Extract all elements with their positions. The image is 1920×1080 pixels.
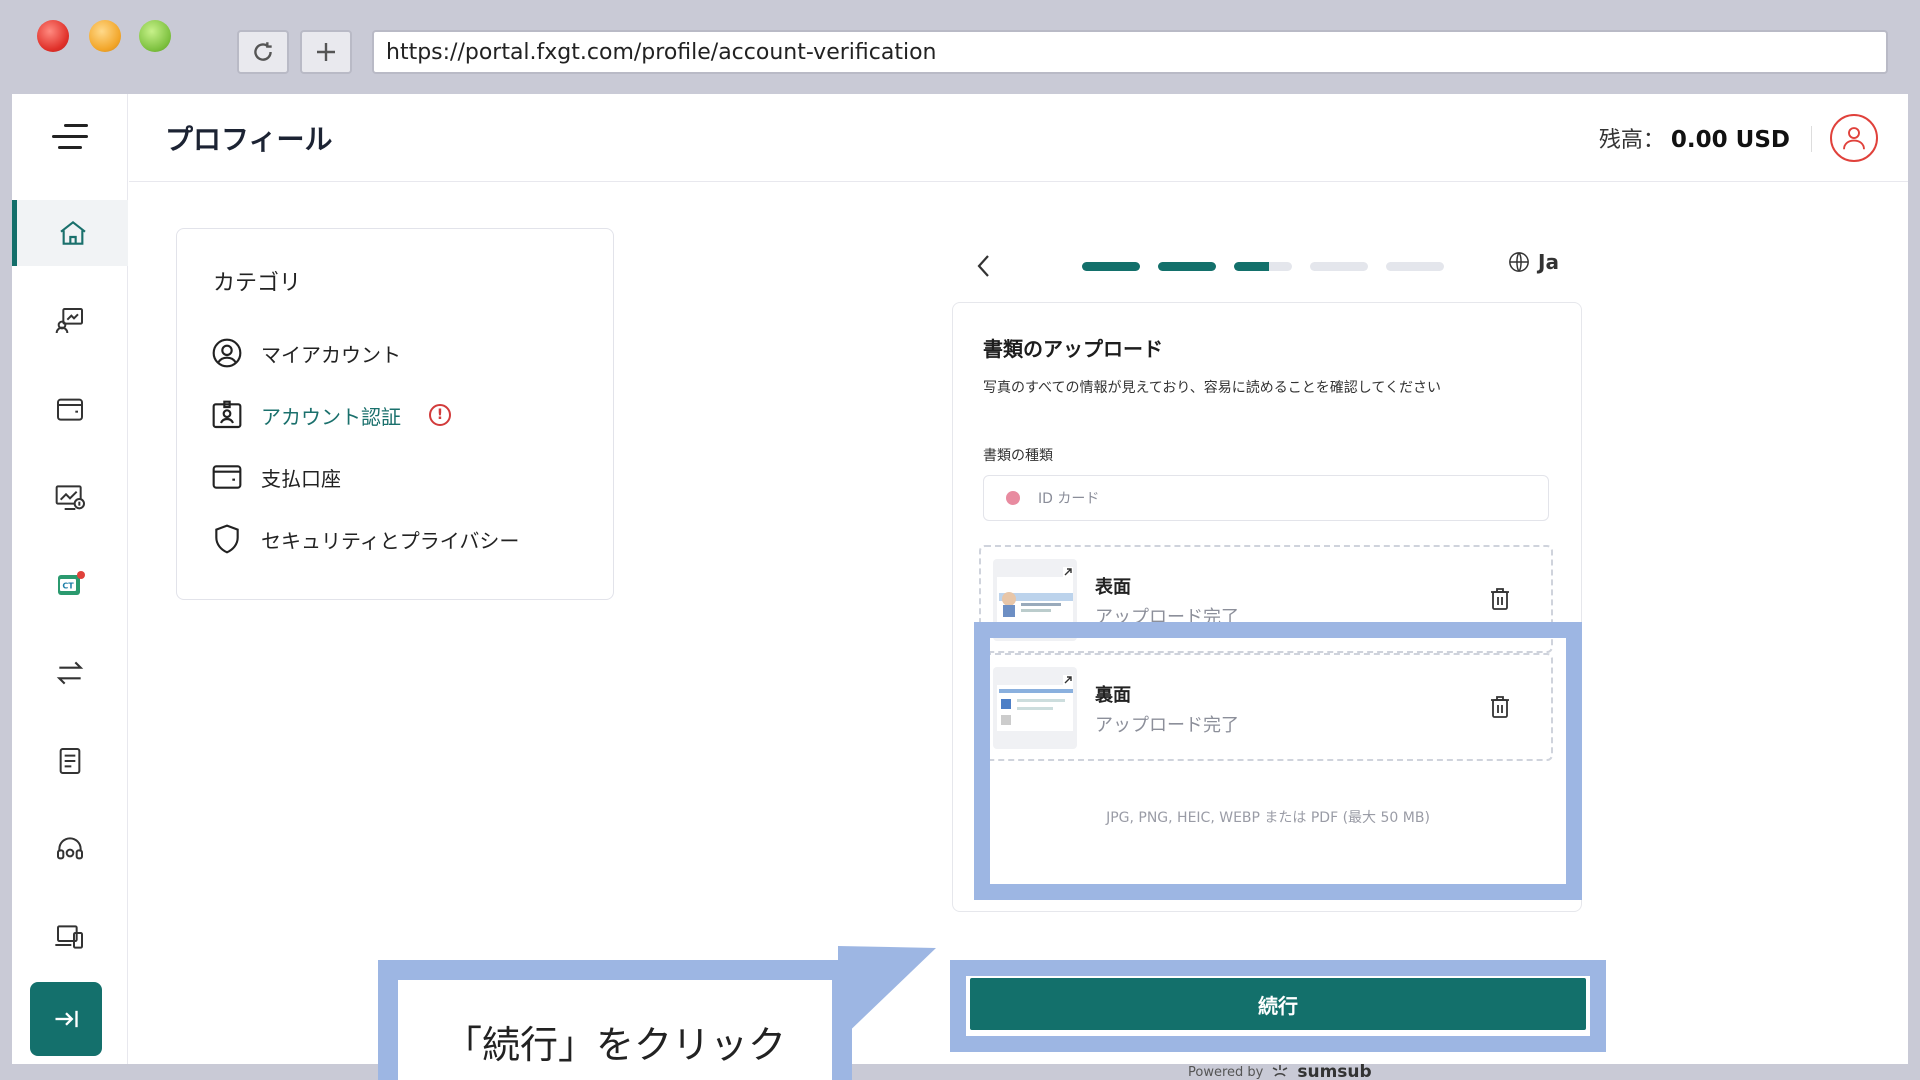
browser-chrome: https://portal.fxgt.com/profile/account-… bbox=[0, 0, 1920, 94]
collapse-icon bbox=[55, 1010, 78, 1028]
sidebar: CT bbox=[12, 94, 128, 1064]
document-type-value: ID カード bbox=[1038, 491, 1100, 507]
category-card: カテゴリ マイアカウント アカウント認証 ! 支払口座 セキュリティとプライバシ… bbox=[176, 228, 614, 600]
trading-icon bbox=[55, 308, 83, 334]
highlight-uploaded-files bbox=[974, 622, 1582, 900]
upload-title: 書類のアップロード bbox=[983, 337, 1163, 361]
account-balance: 残高： 0.00 USD bbox=[1599, 122, 1790, 154]
transfer-icon bbox=[56, 661, 84, 685]
user-circle-icon bbox=[212, 338, 242, 368]
new-tab-button[interactable] bbox=[300, 30, 352, 74]
page-title: プロフィール bbox=[165, 123, 333, 156]
trash-icon[interactable] bbox=[1489, 587, 1511, 611]
globe-icon bbox=[1509, 252, 1529, 272]
wallet-icon bbox=[212, 465, 242, 489]
sidebar-item-wallet[interactable] bbox=[12, 376, 128, 442]
home-icon bbox=[59, 220, 86, 245]
category-item-label: 支払口座 bbox=[261, 466, 341, 491]
progress-step bbox=[1234, 262, 1292, 271]
wallet-icon bbox=[57, 398, 83, 421]
sidebar-item-support[interactable] bbox=[12, 816, 128, 882]
chart-monitor-icon bbox=[55, 485, 85, 510]
powered-by-label: Powered by bbox=[1188, 1064, 1264, 1080]
highlight-continue-button bbox=[950, 960, 1606, 1052]
maximize-window-button[interactable] bbox=[139, 20, 171, 52]
category-item-label: セキュリティとプライバシー bbox=[261, 528, 520, 553]
language-selector[interactable]: Ja bbox=[1508, 250, 1559, 274]
language-label: Ja bbox=[1538, 250, 1559, 274]
user-avatar-button[interactable] bbox=[1830, 114, 1878, 162]
document-type-select[interactable]: ID カード bbox=[983, 475, 1549, 521]
category-title: カテゴリ bbox=[213, 271, 302, 296]
progress-step bbox=[1082, 262, 1140, 271]
reload-icon bbox=[254, 42, 272, 61]
sidebar-item-home[interactable] bbox=[12, 200, 128, 266]
sidebar-item-devices[interactable] bbox=[12, 904, 128, 970]
progress-step bbox=[1386, 262, 1444, 271]
category-item-payment-accounts[interactable]: 支払口座 bbox=[211, 461, 341, 493]
powered-by-sumsub: Powered by sumsub bbox=[1188, 1062, 1372, 1080]
category-item-label: マイアカウント bbox=[261, 342, 401, 367]
close-window-button[interactable] bbox=[37, 20, 69, 52]
support-icon bbox=[57, 837, 83, 860]
url-text: https://portal.fxgt.com/profile/account-… bbox=[386, 39, 937, 65]
category-item-my-account[interactable]: マイアカウント bbox=[211, 337, 401, 369]
warning-icon: ! bbox=[429, 404, 451, 426]
devices-icon bbox=[55, 925, 83, 949]
user-icon bbox=[1843, 127, 1865, 150]
tutorial-callout: 「続行」をクリック bbox=[378, 960, 852, 1080]
callout-text: 「続行」をクリック bbox=[398, 980, 832, 1080]
balance-label: 残高： bbox=[1598, 128, 1665, 153]
plus-icon bbox=[317, 43, 335, 61]
upload-description: 写真のすべての情報が見えており、容易に読めることを確認してください bbox=[983, 380, 1441, 396]
collapse-sidebar-button[interactable] bbox=[30, 982, 102, 1056]
sidebar-item-investments[interactable] bbox=[12, 464, 128, 530]
menu-icon[interactable] bbox=[52, 122, 88, 152]
file-name: 表面 bbox=[1095, 577, 1131, 598]
svg-text:CT: CT bbox=[62, 582, 74, 591]
shield-icon bbox=[215, 524, 239, 554]
copytrade-icon: CT bbox=[58, 571, 85, 595]
document-icon bbox=[59, 748, 81, 774]
balance-amount: 0.00 USD bbox=[1670, 127, 1790, 153]
sidebar-item-documents[interactable] bbox=[12, 728, 128, 794]
category-item-security-privacy[interactable]: セキュリティとプライバシー bbox=[211, 523, 519, 555]
minimize-window-button[interactable] bbox=[89, 20, 121, 52]
sidebar-item-transfer[interactable] bbox=[12, 640, 128, 706]
sidebar-item-copytrade[interactable]: CT bbox=[12, 552, 128, 618]
page-header: プロフィール 残高： 0.00 USD bbox=[129, 94, 1908, 182]
category-item-account-verification[interactable]: アカウント認証 ! bbox=[211, 399, 451, 431]
document-type-label: 書類の種類 bbox=[983, 448, 1053, 464]
status-dot-icon bbox=[1006, 491, 1020, 505]
progress-step bbox=[1310, 262, 1368, 271]
sumsub-brand: sumsub bbox=[1297, 1062, 1372, 1080]
reload-button[interactable] bbox=[237, 30, 289, 74]
sidebar-item-trading[interactable] bbox=[12, 288, 128, 354]
sumsub-logo-icon bbox=[1273, 1065, 1288, 1077]
progress-step bbox=[1158, 262, 1216, 271]
app-window: CT プロフィール 残高： 0.00 USD カテゴリ マイアカウント アカウン… bbox=[12, 94, 1908, 1080]
back-chevron-icon[interactable] bbox=[974, 252, 994, 280]
id-card-icon bbox=[212, 400, 242, 429]
callout-pointer bbox=[838, 946, 936, 1042]
address-bar[interactable]: https://portal.fxgt.com/profile/account-… bbox=[372, 30, 1888, 74]
category-item-label: アカウント認証 bbox=[261, 404, 401, 429]
header-divider bbox=[1811, 126, 1812, 152]
